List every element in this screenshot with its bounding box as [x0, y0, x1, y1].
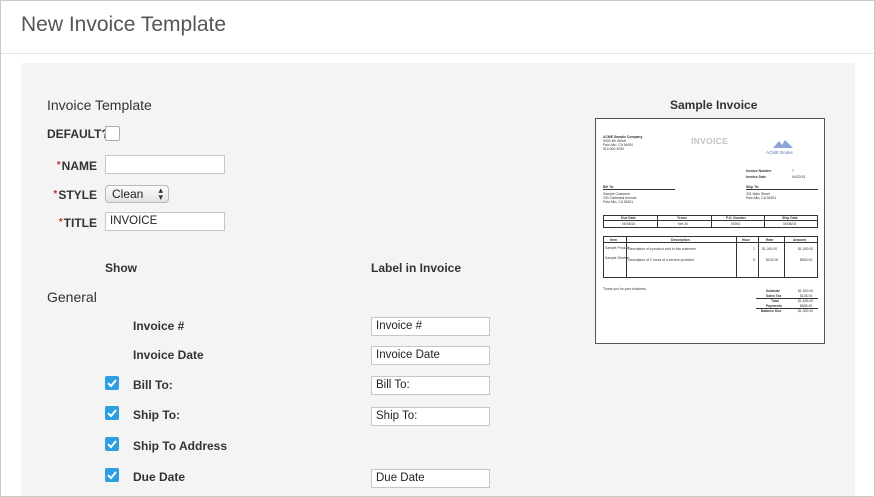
field-name-ship-to: Ship To: — [133, 408, 181, 422]
required-mark: * — [53, 189, 58, 200]
mini-item-header: Description — [671, 238, 690, 242]
mini-terms-value: 05/08/15 — [783, 222, 797, 226]
style-select[interactable]: Clean ▴ ▾ — [105, 185, 169, 203]
mini-item-cell: Description of X hours of a service prov… — [628, 258, 694, 262]
mini-divider — [764, 215, 765, 228]
checkmark-icon — [107, 409, 117, 418]
mini-divider — [784, 236, 785, 278]
style-label-text: STYLE — [58, 188, 97, 202]
mini-divider — [657, 215, 658, 228]
window-frame: New Invoice Template Invoice Template DE… — [0, 0, 875, 497]
field-name-due-date: Due Date — [133, 470, 186, 484]
sample-invoice-heading: Sample Invoice — [670, 98, 758, 112]
mini-item-cell: $1,000.00 — [762, 247, 778, 251]
label-input-due-date[interactable] — [371, 469, 490, 488]
label-input-invoice-number[interactable] — [371, 317, 490, 336]
mini-invoice-title: INVOICE — [691, 136, 729, 146]
mini-meta-key: Invoice Date — [746, 175, 766, 179]
mini-company-line: 510-000-8760 — [603, 147, 625, 151]
mini-item-cell: Sample Service — [605, 256, 629, 260]
label-input-invoice-date[interactable] — [371, 346, 490, 365]
show-column-header: Show — [105, 261, 137, 275]
mini-terms-header: Due Date — [621, 216, 636, 220]
mini-item-header: Rate — [766, 238, 774, 242]
mini-total-key: Subtotal — [766, 289, 780, 293]
mini-terms-value: 05/08/15 — [622, 222, 636, 226]
mini-divider — [758, 236, 759, 278]
show-checkbox-ship-to-address[interactable] — [105, 437, 119, 451]
mini-ship-to-line: Palo Alto, CA 94301 — [746, 196, 777, 200]
page-title: New Invoice Template — [21, 13, 227, 36]
mini-terms-header: P.O. Number — [726, 216, 747, 220]
mini-thanks-text: Thank you for your business. — [603, 287, 647, 291]
mini-total-key: Balance Due — [761, 309, 782, 313]
mini-divider — [603, 242, 818, 243]
mini-item-header: Amount — [793, 238, 806, 242]
show-checkbox-bill-to[interactable] — [105, 376, 119, 390]
title-input[interactable] — [105, 212, 225, 231]
label-column-header: Label in Invoice — [371, 261, 462, 275]
mini-total-value: $1,635.00 — [798, 299, 814, 303]
mini-meta-value: 7 — [792, 169, 794, 173]
mini-item-cell: Sample Product — [605, 246, 630, 250]
mini-item-header: Hour — [742, 238, 750, 242]
name-input[interactable] — [105, 155, 225, 174]
field-name-bill-to: Bill To: — [133, 378, 173, 392]
label-input-bill-to[interactable] — [371, 376, 490, 395]
acme-logo-icon — [773, 140, 793, 148]
mini-terms-value: 00001 — [731, 222, 741, 226]
mini-terms-header: Ship Date — [782, 216, 798, 220]
mini-divider — [603, 189, 675, 190]
mini-item-cell: Description of a product sold to this cu… — [628, 247, 696, 251]
title-label-text: TITLE — [63, 216, 97, 230]
general-heading: General — [47, 289, 97, 305]
mini-logo-text: ACME Books — [766, 150, 793, 155]
field-name-invoice-date: Invoice Date — [133, 348, 204, 362]
mini-item-cell: 1 — [753, 247, 755, 251]
default-checkbox[interactable] — [105, 126, 120, 141]
mini-item-header: Item — [610, 238, 617, 242]
mini-divider — [711, 215, 712, 228]
style-label: *STYLE — [41, 188, 97, 202]
title-label: *TITLE — [41, 216, 97, 230]
default-label: DEFAULT? — [47, 127, 109, 141]
mini-total-value: $1,000.00 — [798, 309, 814, 313]
select-arrows-icon: ▴ ▾ — [158, 185, 163, 202]
mini-divider — [746, 189, 818, 190]
style-select-value: Clean — [112, 187, 144, 201]
show-checkbox-ship-to[interactable] — [105, 406, 119, 420]
mini-meta-key: Invoice Number — [746, 169, 772, 173]
name-label-text: NAME — [61, 159, 97, 173]
mini-item-cell: $100.00 — [766, 258, 779, 262]
mini-item-cell: $500.00 — [800, 258, 813, 262]
mini-bill-to-line: Palo Alto, CA 94301 — [603, 200, 634, 204]
mini-total-value: $1,500.00 — [798, 289, 814, 293]
mini-terms-header: Terms — [677, 216, 687, 220]
mini-total-key: Total — [771, 299, 779, 303]
title-divider — [1, 53, 874, 54]
label-input-ship-to[interactable] — [371, 407, 490, 426]
sample-invoice-preview: ACME Sample Company 0000 4th Street Palo… — [595, 118, 825, 344]
checkmark-icon — [107, 471, 117, 480]
show-checkbox-due-date[interactable] — [105, 468, 119, 482]
required-mark: * — [56, 160, 61, 171]
mini-terms-value: Net 30 — [678, 222, 688, 226]
mini-divider — [736, 236, 737, 278]
required-mark: * — [58, 217, 63, 228]
name-label: *NAME — [41, 159, 97, 173]
form-section-title: Invoice Template — [47, 97, 152, 113]
checkmark-icon — [107, 379, 117, 388]
mini-meta-value: 04/22/15 — [792, 175, 806, 179]
field-name-invoice-number: Invoice # — [133, 319, 185, 333]
mini-item-cell: $1,000.00 — [798, 247, 814, 251]
mini-item-cell: 5 — [753, 258, 755, 262]
field-name-ship-to-address: Ship To Address — [133, 439, 228, 453]
checkmark-icon — [107, 440, 117, 449]
